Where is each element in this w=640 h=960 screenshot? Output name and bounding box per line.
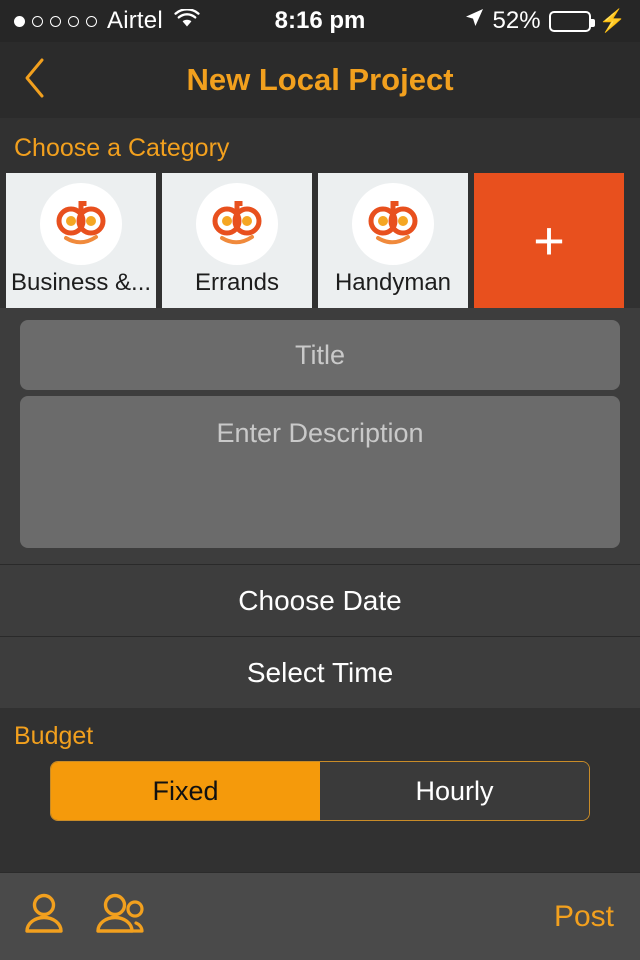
category-tile-label: Errands xyxy=(194,269,280,296)
back-button[interactable] xyxy=(0,42,70,118)
bottom-toolbar: Post xyxy=(0,872,640,960)
person-button[interactable] xyxy=(20,890,68,943)
budget-option-hourly-label: Hourly xyxy=(415,775,494,806)
do-logo-icon xyxy=(352,183,434,265)
people-button[interactable] xyxy=(94,890,152,943)
category-section: Choose a Category Business &... Errands … xyxy=(0,118,640,308)
signal-strength-icon xyxy=(14,15,97,27)
location-arrow-icon xyxy=(463,7,485,35)
do-logo-icon xyxy=(196,183,278,265)
budget-option-fixed[interactable]: Fixed xyxy=(51,762,320,820)
budget-option-hourly[interactable]: Hourly xyxy=(320,762,589,820)
title-placeholder: Title xyxy=(294,339,345,370)
form-section: Title Enter Description xyxy=(0,308,640,564)
select-time-label: Select Time xyxy=(246,656,394,688)
description-placeholder: Enter Description xyxy=(216,418,424,448)
plus-icon: + xyxy=(533,210,565,271)
status-bar: Airtel 8:16 pm 52% ⚡ xyxy=(0,0,640,42)
category-tile-label: Business &... xyxy=(10,269,152,296)
budget-type-segmented-control[interactable]: Fixed Hourly xyxy=(50,761,590,821)
battery-icon xyxy=(548,10,595,32)
description-input[interactable]: Enter Description xyxy=(20,396,620,548)
category-tile[interactable]: Handyman xyxy=(318,173,468,308)
status-bar-left: Airtel xyxy=(14,7,200,35)
page-title: New Local Project xyxy=(186,62,454,97)
person-icon xyxy=(20,890,68,943)
choose-date-row[interactable]: Choose Date xyxy=(0,564,640,636)
title-input[interactable]: Title xyxy=(20,320,620,390)
category-tile[interactable]: Errands xyxy=(162,173,312,308)
carrier-label: Airtel xyxy=(107,7,163,34)
budget-label: Budget xyxy=(14,722,94,750)
nav-bar: New Local Project xyxy=(0,42,640,118)
wifi-icon xyxy=(174,7,200,35)
category-tile-label: Handyman xyxy=(334,269,452,296)
category-scroller[interactable]: Business &... Errands Handyman + xyxy=(0,173,640,308)
chevron-left-icon xyxy=(22,57,48,104)
status-bar-right: 52% ⚡ xyxy=(463,7,626,35)
post-button[interactable]: Post xyxy=(554,900,620,934)
choose-category-label: Choose a Category xyxy=(14,134,230,162)
app-screen: Airtel 8:16 pm 52% ⚡ New Local Project C… xyxy=(0,0,640,960)
battery-percent-label: 52% xyxy=(492,7,541,34)
choose-date-label: Choose Date xyxy=(238,584,402,616)
category-tile[interactable]: Business &... xyxy=(6,173,156,308)
lightning-bolt-icon: ⚡ xyxy=(598,8,626,33)
budget-option-fixed-label: Fixed xyxy=(152,775,219,806)
select-time-row[interactable]: Select Time xyxy=(0,636,640,708)
do-logo-icon xyxy=(40,183,122,265)
add-category-button[interactable]: + xyxy=(474,173,624,308)
people-group-icon xyxy=(94,890,152,943)
budget-section: Budget Fixed Hourly xyxy=(0,708,640,821)
post-button-label: Post xyxy=(553,899,614,933)
